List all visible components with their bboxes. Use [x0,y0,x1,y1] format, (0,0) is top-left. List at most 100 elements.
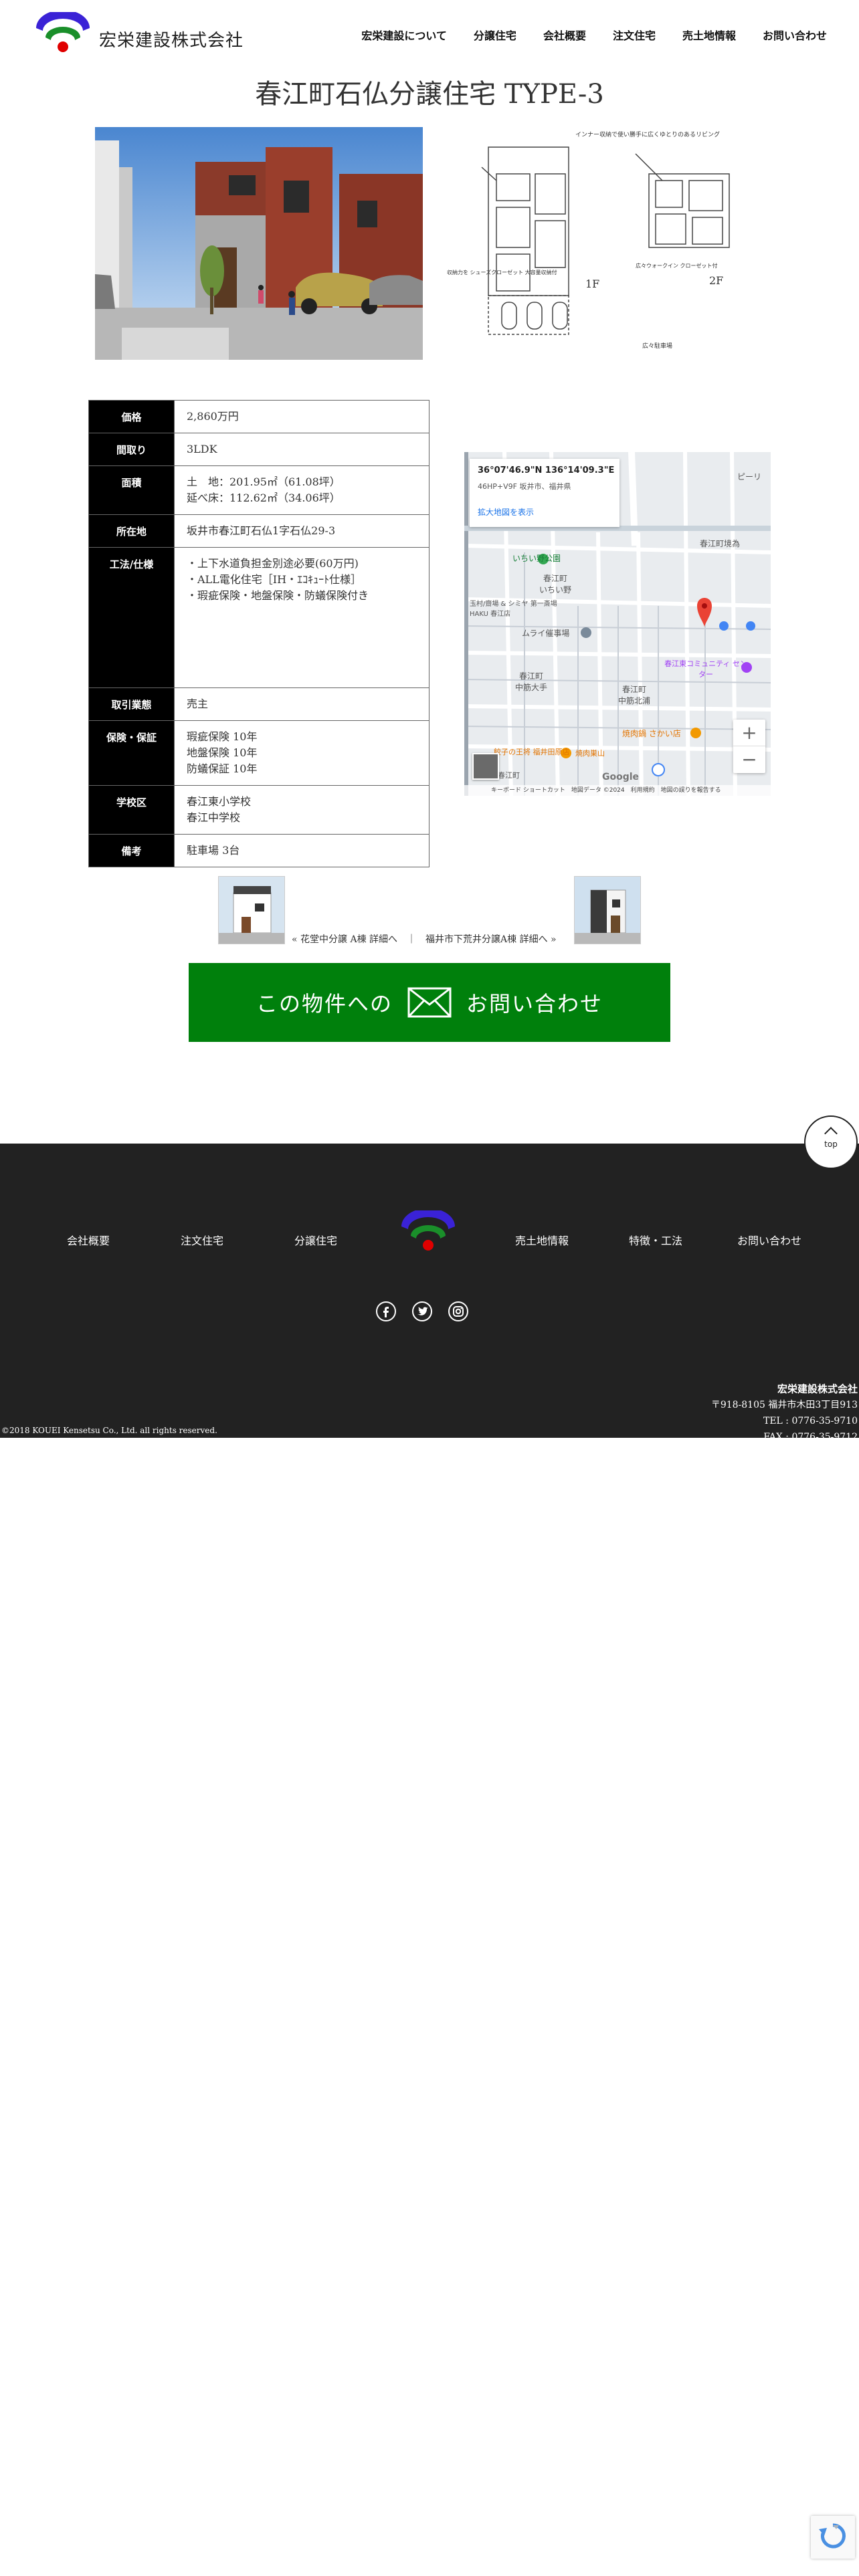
layout-value: 3LDK [187,443,217,455]
mail-icon [407,987,452,1018]
spec-label: 備考 [88,834,175,867]
facebook-icon[interactable] [376,1301,396,1321]
map-label-town: 春江町 [498,771,520,780]
footer-nav-company[interactable]: 会社概要 [67,1232,110,1248]
nav-land-for-sale[interactable]: 売土地情報 [682,27,736,43]
nav-about[interactable]: 宏栄建設について [361,27,447,43]
warranty-item: 防蟻保証 10年 [187,762,258,775]
spec-value: 土 地：201.95㎡（61.08坪） 延べ床：112.62㎡（34.06坪） [174,465,430,515]
notes-value: 駐車場 3台 [187,844,240,857]
spec-label: 所在地 [88,514,175,548]
zoom-out-button[interactable]: − [733,746,765,773]
footer-nav-contact[interactable]: お問い合わせ [737,1232,801,1248]
construction-note: ・ALL電化住宅［IH・ｴｺｷｭｰﾄ仕様］ [187,573,362,586]
spec-value: ・上下水道負担金別途必要(60万円) ・ALL電化住宅［IH・ｴｺｷｭｰﾄ仕様］… [174,547,430,688]
spec-row-price: 価格 2,860万円 [88,400,430,433]
embedded-map[interactable]: 36°07'46.9"N 136°14'09.3"E 46HP+V9F 坂井市、… [464,452,771,796]
recaptcha-badge[interactable] [811,2516,855,2559]
map-label-town: 春江町 中筋大手 [515,671,548,692]
nav-custom-homes[interactable]: 注文住宅 [613,27,656,43]
parking-note: 広々駐車場 [642,342,672,350]
spec-row-warranty: 保険・保証 瑕疵保険 10年 地盤保険 10年 防蟻保証 10年 [88,720,430,786]
map-label-town: 春江町境為 [700,539,741,548]
logo-mark-icon [36,12,90,52]
transaction-value: 売主 [187,697,209,710]
google-logo: Google [602,772,640,782]
spec-row-notes: 備考 駐車場 3台 [88,834,430,867]
construction-note: ・瑕疵保険・地盤保険・防蟻保険付き [187,589,369,602]
footer-address: 〒918-8105 福井市木田3丁目913 [710,1400,858,1410]
company-name: 宏栄建設株式会社 [99,31,244,51]
floorplan-note-3: 広々ウォークイン クローゼット付 [636,262,718,269]
map-label-area: ピーリ [737,472,762,481]
spec-value: 売主 [174,687,430,721]
spec-row-layout: 間取り 3LDK [88,433,430,466]
prev-property-thumbnail[interactable] [218,876,285,944]
related-properties-links[interactable]: « 花堂中分譲 A棟 詳細へ ｜ 福井市下荒井分譲A棟 詳細へ » [292,932,557,946]
map-address: 46HP+V9F 坂井市、福井県 [478,482,571,491]
spec-value: 瑕疵保険 10年 地盤保険 10年 防蟻保証 10年 [174,720,430,786]
spec-row-area: 面積 土 地：201.95㎡（61.08坪） 延べ床：112.62㎡（34.06… [88,465,430,515]
school-item: 春江東小学校 [187,795,252,808]
nav-company-profile[interactable]: 会社概要 [543,27,586,43]
spec-label: 工法/仕様 [88,547,175,688]
copyright: ©2018 KOUEI Kensetsu Co., Ltd. all right… [1,1426,217,1435]
map-zoom-controls: + − [733,720,765,773]
footer-nav-for-sale-homes[interactable]: 分譲住宅 [294,1232,337,1248]
footer-company-name: 宏栄建設株式会社 [777,1383,858,1395]
map-info-card: 36°07'46.9"N 136°14'09.3"E 46HP+V9F 坂井市、… [470,459,619,527]
construction-note: ・上下水道負担金別途必要(60万円) [187,557,359,570]
floor-1f-label: 1F [585,278,599,290]
nav-for-sale-homes[interactable]: 分譲住宅 [474,27,516,43]
map-label-community: 春江東コミュニティ センター [664,659,747,679]
price-value: 2,860万円 [187,410,239,423]
floorplan-note-2: 収納力を シューズクローゼット 大容量収納付 [447,269,557,276]
floor-plan-image[interactable]: インナー収納で使い勝手に広くゆとりのあるリビング 収納力を シューズクローゼット… [442,127,769,360]
map-label-hall: ムライ催事場 [522,629,570,638]
recaptcha-icon [819,2523,846,2549]
contact-button-text-right: お問い合わせ [466,991,603,1016]
warranty-item: 地盤保険 10年 [187,746,258,759]
map-coordinates: 36°07'46.9"N 136°14'09.3"E [478,465,615,475]
zoom-in-button[interactable]: + [733,720,765,746]
larger-map-link[interactable]: 拡大地図を表示 [478,506,611,518]
spec-row-school: 学校区 春江東小学校 春江中学校 [88,785,430,835]
floor-2f-label: 2F [709,274,723,287]
map-footer-links[interactable]: キーボード ショートカット 地図データ ©2024 利用規約 地図の誤りを報告す… [464,785,771,796]
spec-row-construction: 工法/仕様 ・上下水道負担金別途必要(60万円) ・ALL電化住宅［IH・ｴｺｷ… [88,547,430,688]
spec-label: 面積 [88,465,175,515]
floorplan-note-1: インナー収納で使い勝手に広くゆとりのあるリビング [575,130,720,138]
map-label-gyoza: 餃子の王将 福井田原店 [494,748,570,756]
related-properties-nav: « 花堂中分譲 A棟 詳細へ ｜ 福井市下荒井分譲A棟 詳細へ » [0,876,859,950]
main-nav: 宏栄建設について 分譲住宅 会社概要 注文住宅 売土地情報 お問い合わせ [361,27,827,43]
house-exterior-photo[interactable] [95,127,423,360]
footer-nav-features[interactable]: 特徴・工法 [629,1232,682,1248]
footer-tel[interactable]: TEL : 0776-35-9710 [711,1413,858,1429]
page-top-label: top [824,1140,838,1149]
nav-contact[interactable]: お問い合わせ [763,27,827,43]
spec-value: 春江東小学校 春江中学校 [174,785,430,835]
contact-button-text-left: この物件への [256,991,393,1016]
twitter-icon[interactable] [412,1301,432,1321]
map-satellite-toggle[interactable] [472,753,499,780]
map-label-ceremony: 玉村/齋場 & シミヤ 第一斎場 HAKU 春江店 [470,601,557,618]
site-logo[interactable]: 宏栄建設株式会社 [33,12,244,55]
spec-value: 3LDK [174,433,430,466]
map-label-yakiniku: 焼肉巣山 [575,749,605,758]
instagram-icon[interactable] [448,1301,468,1321]
spec-label: 保険・保証 [88,720,175,786]
spec-value: 坂井市春江町石仏1字石仏29-3 [174,514,430,548]
next-property-thumbnail[interactable] [574,876,641,944]
footer-logo-icon[interactable] [399,1210,459,1253]
footer-nav-land-for-sale[interactable]: 売土地情報 [515,1232,569,1248]
warranty-item: 瑕疵保険 10年 [187,730,258,743]
spec-row-location: 所在地 坂井市春江町石仏1字石仏29-3 [88,514,430,548]
footer-nav-custom-homes[interactable]: 注文住宅 [181,1232,223,1248]
page-top-button[interactable]: top [804,1115,858,1169]
floor-area-value: 延べ床：112.62㎡（34.06坪） [187,492,341,504]
site-header: 宏栄建設株式会社 宏栄建設について 分譲住宅 会社概要 注文住宅 売土地情報 お… [0,0,859,67]
arrow-up-icon [824,1127,838,1140]
footer-company-info: 宏栄建設株式会社 〒918-8105 福井市木田3丁目913 TEL : 077… [711,1381,858,1445]
property-contact-button[interactable]: この物件への お問い合わせ [189,963,670,1042]
spec-label: 取引業態 [88,687,175,721]
